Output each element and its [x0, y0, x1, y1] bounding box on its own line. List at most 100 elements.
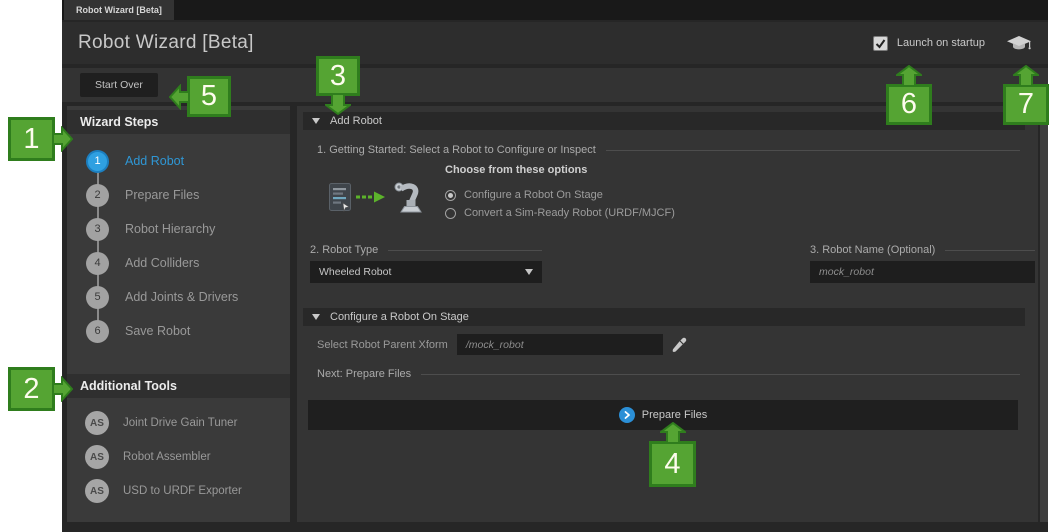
xform-picker-button[interactable] — [671, 337, 687, 353]
robot-type-value: Wheeled Robot — [319, 266, 391, 278]
robot-type-label-row: 2. Robot Type — [310, 244, 542, 256]
callout-number: 7 — [1018, 90, 1034, 119]
dropdown-caret-icon — [525, 269, 533, 275]
callout-2: 2 — [8, 367, 55, 411]
sidebar-item-add-joints-drivers[interactable]: 5 Add Joints & Drivers — [67, 280, 290, 314]
parent-xform-row: Select Robot Parent Xform /mock_robot — [317, 334, 687, 355]
wizard-steps-list: 1 Add Robot 2 Prepare Files 3 Robot Hier… — [67, 134, 290, 348]
eyedropper-icon — [671, 337, 687, 353]
section-title: Configure a Robot On Stage — [330, 311, 469, 323]
rule — [388, 250, 542, 251]
tool-badge: AS — [85, 445, 109, 469]
parent-xform-label: Select Robot Parent Xform — [317, 339, 448, 351]
section-title: Add Robot — [330, 115, 382, 127]
sidebar: Wizard Steps 1 Add Robot 2 Prepare Files… — [67, 106, 290, 522]
title-bar: Robot Wizard [Beta] Launch on startup — [62, 22, 1048, 64]
step-number-badge: 1 — [86, 150, 109, 173]
robot-name-label-row: 3. Robot Name (Optional) — [810, 244, 1035, 256]
tab-strip: Robot Wizard [Beta] — [62, 0, 1048, 20]
document-icon — [328, 182, 352, 212]
callout-5: 5 — [187, 76, 231, 117]
tool-badge: AS — [85, 411, 109, 435]
radio-label: Convert a Sim-Ready Robot (URDF/MJCF) — [464, 207, 675, 219]
section-header-configure-on-stage[interactable]: Configure a Robot On Stage — [303, 308, 1025, 326]
callout-number: 1 — [23, 125, 39, 154]
prepare-files-label: Prepare Files — [642, 409, 707, 421]
step-label: Add Joints & Drivers — [125, 290, 238, 304]
choose-options-label: Choose from these options — [445, 164, 587, 176]
sidebar-item-prepare-files[interactable]: 2 Prepare Files — [67, 178, 290, 212]
robot-name-group: 3. Robot Name (Optional) mock_robot — [810, 244, 1035, 283]
sidebar-item-add-robot[interactable]: 1 Add Robot — [67, 144, 290, 178]
parent-xform-value: /mock_robot — [466, 339, 524, 351]
parent-xform-input[interactable]: /mock_robot — [457, 334, 663, 355]
next-label: Next: Prepare Files — [317, 368, 411, 380]
robot-arm-icon — [390, 180, 426, 214]
start-over-button[interactable]: Start Over — [80, 73, 158, 97]
collapse-caret-icon — [312, 118, 320, 124]
tutorial-button[interactable] — [1006, 35, 1032, 52]
convert-arrow-icon — [355, 190, 387, 204]
rule — [606, 150, 1020, 151]
callout-number: 4 — [664, 450, 680, 479]
next-arrow-icon — [619, 407, 635, 423]
step-number-badge: 2 — [86, 184, 109, 207]
robot-name-input[interactable]: mock_robot — [810, 261, 1035, 283]
getting-started-label-row: 1. Getting Started: Select a Robot to Co… — [317, 144, 1020, 156]
callout-arrow-down-icon — [325, 94, 351, 115]
sidebar-item-save-robot[interactable]: 6 Save Robot — [67, 314, 290, 348]
callout-number: 2 — [23, 375, 39, 404]
callout-4: 4 — [649, 441, 696, 487]
titlebar-right: Launch on startup — [873, 35, 1032, 52]
callout-arrow-up-icon — [660, 422, 686, 443]
sidebar-tool-joint-drive-gain-tuner[interactable]: AS Joint Drive Gain Tuner — [67, 406, 290, 440]
page-title: Robot Wizard [Beta] — [78, 32, 254, 54]
tab-label: Robot Wizard [Beta] — [76, 5, 162, 15]
callout-number: 5 — [201, 82, 217, 111]
callout-7: 7 — [1003, 84, 1049, 125]
callout-arrow-right-icon — [53, 376, 73, 402]
tab-robot-wizard[interactable]: Robot Wizard [Beta] — [64, 0, 174, 20]
radio-icon — [445, 190, 456, 201]
launch-on-startup-label: Launch on startup — [897, 37, 985, 49]
additional-tools-list: AS Joint Drive Gain Tuner AS Robot Assem… — [67, 398, 290, 508]
step-label: Robot Hierarchy — [125, 222, 215, 236]
collapse-caret-icon — [312, 314, 320, 320]
callout-6: 6 — [886, 84, 932, 125]
callout-arrow-right-icon — [53, 126, 73, 152]
step-label: Prepare Files — [125, 188, 199, 202]
tool-label: Robot Assembler — [123, 451, 211, 463]
radio-configure-on-stage[interactable]: Configure a Robot On Stage — [445, 189, 603, 201]
sidebar-item-robot-hierarchy[interactable]: 3 Robot Hierarchy — [67, 212, 290, 246]
graduation-cap-icon — [1006, 35, 1032, 52]
sidebar-tool-usd-to-urdf-exporter[interactable]: AS USD to URDF Exporter — [67, 474, 290, 508]
page: Robot Wizard [Beta] Robot Wizard [Beta] … — [0, 0, 1054, 532]
callout-1: 1 — [8, 117, 55, 161]
step-label: Add Robot — [125, 154, 184, 168]
callout-number: 6 — [901, 90, 917, 119]
launch-on-startup-checkbox[interactable] — [873, 36, 888, 51]
additional-tools-title: Additional Tools — [67, 374, 290, 398]
step-number-badge: 6 — [86, 320, 109, 343]
callout-arrow-up-icon — [896, 65, 922, 86]
tool-label: Joint Drive Gain Tuner — [123, 417, 237, 429]
rule — [421, 374, 1020, 375]
robot-name-label: 3. Robot Name (Optional) — [810, 244, 935, 256]
sidebar-item-add-colliders[interactable]: 4 Add Colliders — [67, 246, 290, 280]
callout-number: 3 — [330, 62, 346, 91]
radio-icon — [445, 208, 456, 219]
scrollbar[interactable] — [1040, 106, 1048, 522]
sidebar-tool-robot-assembler[interactable]: AS Robot Assembler — [67, 440, 290, 474]
step-number-badge: 4 — [86, 252, 109, 275]
tool-label: USD to URDF Exporter — [123, 485, 242, 497]
radio-convert-sim-ready[interactable]: Convert a Sim-Ready Robot (URDF/MJCF) — [445, 207, 675, 219]
robot-type-dropdown[interactable]: Wheeled Robot — [310, 261, 542, 283]
callout-arrow-up-icon — [1013, 65, 1039, 86]
step-label: Add Colliders — [125, 256, 199, 270]
tool-badge: AS — [85, 479, 109, 503]
robot-name-placeholder: mock_robot — [819, 266, 874, 278]
check-icon — [874, 37, 887, 50]
panel-divider — [290, 106, 297, 522]
step-label: Save Robot — [125, 324, 190, 338]
robot-type-label: 2. Robot Type — [310, 244, 378, 256]
